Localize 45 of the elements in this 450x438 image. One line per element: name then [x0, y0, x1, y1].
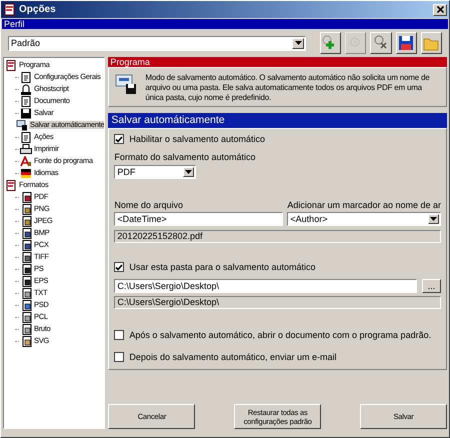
checkbox-label: Depois do salvamento automático, enviar um e-mail [129, 352, 337, 362]
description-text: Modo de salvamento automático. O salvamento automático não solicita um nome de arquivo ou uma pasta. Ele salva automaticamente todos os arquivos PDF em uma única pasta, cujo nome é predefinido. [145, 73, 431, 103]
printer-icon [20, 144, 32, 154]
checkbox[interactable] [114, 262, 124, 272]
checkbox-label: Habilitar o salvamento automático [129, 134, 265, 144]
field-label: Formato do salvamento automático [114, 153, 256, 162]
browse-button[interactable]: ... [422, 279, 441, 293]
field-label: Nome do arquivo [114, 201, 184, 210]
checkbox[interactable] [114, 352, 124, 362]
flag-icon [20, 168, 32, 178]
preview-field: C:\Users\Sergio\Desktop\ [114, 296, 441, 309]
checkbox-label: Após o salvamento automático, abrir o documento com o programa padrão. [129, 330, 432, 340]
caret-icon [430, 217, 437, 221]
check-icon [115, 136, 124, 142]
section-header: Programa [108, 57, 447, 67]
preview-field: 20120225152802.pdf [114, 230, 441, 243]
document-icon [20, 96, 32, 106]
filename-field[interactable]: <DateTime> [114, 212, 284, 226]
monitor-disk-icon [115, 73, 138, 95]
font-icon [20, 156, 32, 166]
toolbar-button[interactable] [396, 32, 417, 54]
caret-icon [185, 170, 192, 174]
document-icon [20, 72, 32, 82]
app-icon [3, 3, 16, 16]
checkbox[interactable] [114, 134, 124, 144]
toolbar-button[interactable] [320, 32, 342, 54]
field-label: Adicionar um marcador ao nome de ar [287, 201, 441, 210]
close-button[interactable] [433, 4, 447, 16]
toolbar-button[interactable] [370, 32, 392, 54]
section-header: Perfil [2, 19, 448, 29]
monitor-disk-icon [16, 120, 28, 130]
document-icon [20, 132, 32, 142]
toolbar-button[interactable] [420, 32, 442, 54]
token-dropdown[interactable]: <Author> [287, 212, 441, 226]
format-dropdown[interactable]: PDF [114, 165, 196, 179]
folder-field[interactable]: C:\Users\Sergio\Desktop\ [114, 279, 417, 293]
close-icon [436, 6, 444, 13]
caret-icon [294, 41, 302, 45]
check-icon [115, 264, 124, 270]
window-title: Opções [19, 4, 56, 14]
panel-header: Salvar automáticamente [108, 113, 447, 128]
save-icon [397, 34, 416, 52]
checkbox[interactable] [114, 330, 124, 340]
profile-dropdown[interactable]: Padrão [8, 36, 306, 50]
checkbox-label: Usar esta pasta para o salvamento automático [129, 262, 316, 272]
